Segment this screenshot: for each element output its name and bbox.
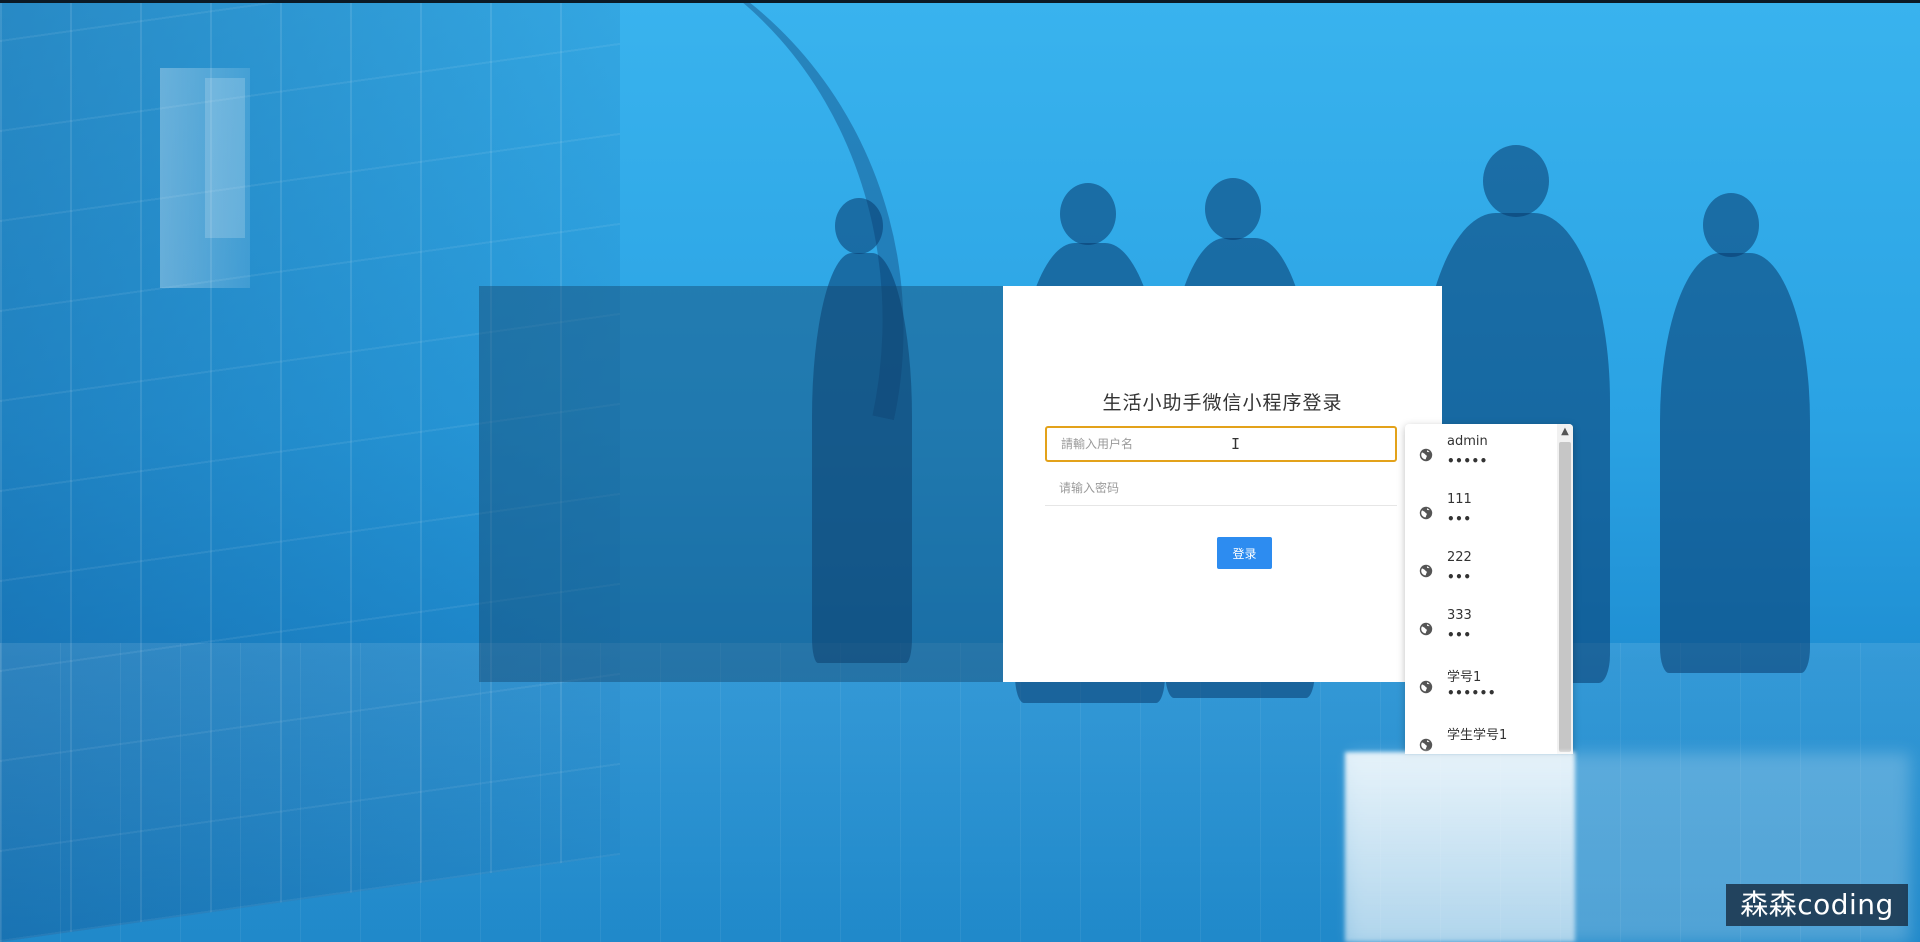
autocomplete-username: admin <box>1447 434 1488 449</box>
silhouette-head <box>835 198 883 254</box>
autocomplete-list: admin ••••• 111 ••• 222 ••• 333 ••• 学号1 •••••• 学生学… <box>1405 424 1557 754</box>
autocomplete-username: 学生学号1 <box>1447 728 1508 743</box>
autocomplete-password-mask: ••• <box>1447 570 1472 584</box>
silhouette-head <box>1205 178 1261 240</box>
autocomplete-username: 学号1 <box>1447 670 1482 685</box>
autocomplete-username: 111 <box>1447 492 1472 507</box>
scrollbar-thumb[interactable] <box>1559 442 1571 752</box>
autocomplete-password-mask: ••• <box>1447 512 1472 526</box>
scroll-up-arrow-icon[interactable]: ▲ <box>1560 426 1570 438</box>
autocomplete-password-mask: ••• <box>1447 628 1472 642</box>
autocomplete-scrollbar[interactable]: ▲ <box>1557 424 1573 754</box>
silhouette-head <box>1703 193 1759 257</box>
silhouette-head <box>1060 183 1116 245</box>
password-input[interactable] <box>1045 470 1397 506</box>
globe-icon <box>1419 680 1433 694</box>
autocomplete-password-mask: •••••• <box>1447 686 1497 700</box>
autocomplete-username: 222 <box>1447 550 1472 565</box>
watermark: 森森coding <box>1726 884 1908 926</box>
globe-icon <box>1419 448 1433 462</box>
autocomplete-password-mask: ••••• <box>1447 454 1488 468</box>
autocomplete-item[interactable]: 222 ••• <box>1405 544 1557 602</box>
background-tower-small <box>205 78 245 238</box>
autocomplete-item[interactable]: admin ••••• <box>1405 428 1557 486</box>
autocomplete-username: 333 <box>1447 608 1472 623</box>
autocomplete-item[interactable]: 111 ••• <box>1405 486 1557 544</box>
globe-icon <box>1419 622 1433 636</box>
login-left-panel <box>479 286 1003 682</box>
silhouette-person <box>1660 253 1810 673</box>
silhouette-head <box>1483 145 1549 217</box>
login-title: 生活小助手微信小程序登录 <box>1102 392 1343 414</box>
globe-icon <box>1419 506 1433 520</box>
globe-icon <box>1419 738 1433 752</box>
autocomplete-item[interactable]: 333 ••• <box>1405 602 1557 660</box>
autocomplete-item[interactable]: 学生学号1 <box>1405 718 1557 754</box>
login-card: 生活小助手微信小程序登录 I 登录 <box>1003 286 1442 682</box>
autocomplete-faded-overflow <box>1345 752 1575 942</box>
text-cursor-icon: I <box>1231 435 1241 453</box>
username-input[interactable] <box>1045 426 1397 462</box>
autocomplete-dropdown: admin ••••• 111 ••• 222 ••• 333 ••• 学号1 •••••• 学生学… <box>1405 424 1573 754</box>
login-button[interactable]: 登录 <box>1217 537 1272 569</box>
autocomplete-item[interactable]: 学号1 •••••• <box>1405 660 1557 718</box>
globe-icon <box>1419 564 1433 578</box>
